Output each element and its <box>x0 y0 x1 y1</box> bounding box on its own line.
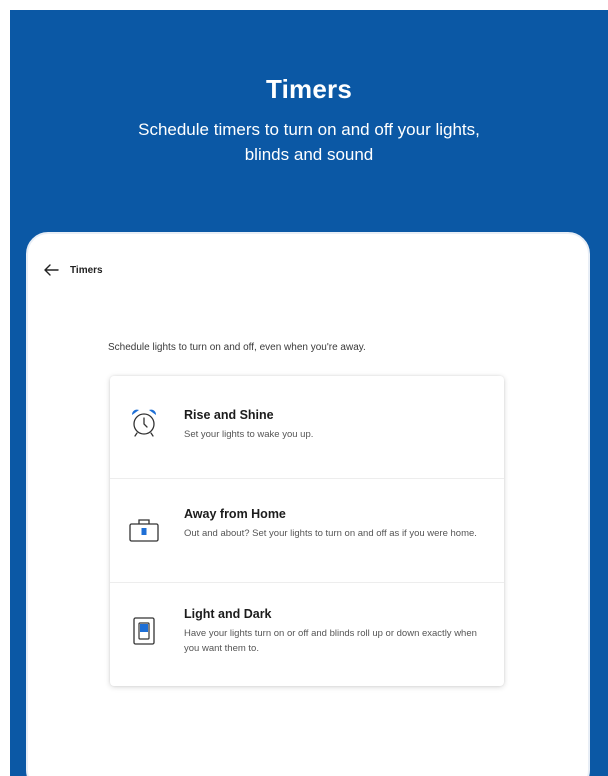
option-away-from-home[interactable]: Away from Home Out and about? Set your l… <box>110 478 504 582</box>
intro-text: Schedule lights to turn on and off, even… <box>108 342 366 353</box>
page: Timers Schedule timers to turn on and of… <box>0 0 608 776</box>
suitcase-icon <box>129 519 159 542</box>
option-description: Out and about? Set your lights to turn o… <box>184 528 477 539</box>
alarm-clock-icon <box>131 409 157 437</box>
device-screen: Timers Schedule lights to turn on and of… <box>26 232 590 776</box>
hero: Timers Schedule timers to turn on and of… <box>10 10 608 167</box>
arrow-left-icon[interactable] <box>42 263 60 277</box>
option-rise-and-shine[interactable]: Rise and Shine Set your lights to wake y… <box>110 376 504 478</box>
blind-switch-icon <box>133 617 155 645</box>
hero-subtitle: Schedule timers to turn on and off your … <box>138 120 480 164</box>
option-description: Have your lights turn on or off and blin… <box>184 628 477 654</box>
app-bar-title: Timers <box>70 264 103 276</box>
option-title: Light and Dark <box>184 607 272 621</box>
hero-title: Timers <box>266 74 352 104</box>
option-title: Rise and Shine <box>184 408 274 422</box>
option-title: Away from Home <box>184 507 286 521</box>
option-description: Set your lights to wake you up. <box>184 429 314 440</box>
timer-options-card: Rise and Shine Set your lights to wake y… <box>110 376 504 686</box>
option-light-and-dark[interactable]: Light and Dark Have your lights turn on … <box>110 582 504 686</box>
app-bar: Timers <box>42 262 103 278</box>
